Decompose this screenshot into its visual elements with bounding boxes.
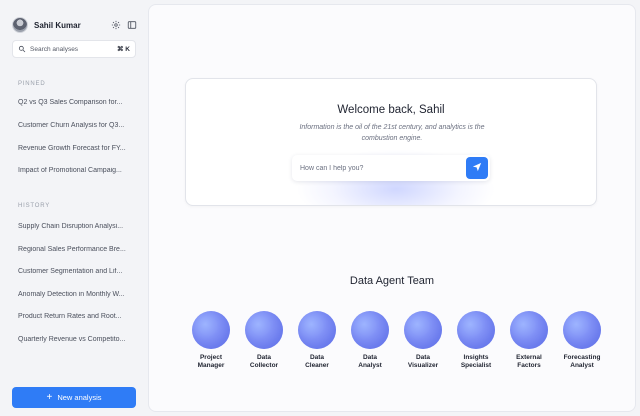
agent-data-visualizer[interactable]: Data Visualizer [397, 311, 449, 370]
agent-data-analyst[interactable]: Data Analyst [344, 311, 396, 370]
welcome-subtitle: Information is the oil of the 21st centu… [299, 124, 485, 142]
search-box[interactable]: ⌘ K [12, 40, 136, 58]
prompt-box[interactable] [292, 155, 490, 181]
agent-orb [457, 311, 495, 349]
agent-forecasting-analyst[interactable]: Forecasting Analyst [556, 311, 608, 370]
history-item[interactable]: Regional Sales Performance Bre... [18, 246, 130, 253]
user-name: Sahil Kumar [34, 20, 81, 30]
main-panel: Welcome back, Sahil Information is the o… [148, 4, 636, 412]
new-analysis-label: New analysis [57, 393, 102, 402]
plus-icon: + [46, 391, 53, 403]
history-item[interactable]: Customer Segmentation and Lif... [18, 268, 130, 275]
user-row: Sahil Kumar [12, 16, 138, 34]
agent-orb [298, 311, 336, 349]
agent-list: Project Manager Data Collector Data Cleaner… [185, 311, 605, 381]
agent-label: Data Cleaner [305, 354, 329, 369]
pinned-item[interactable]: Revenue Growth Forecast for FY... [18, 145, 130, 152]
avatar[interactable] [12, 17, 28, 33]
agent-orb [245, 311, 283, 349]
welcome-title: Welcome back, Sahil [337, 104, 445, 116]
agent-label: Data Collector [249, 354, 279, 369]
pinned-item[interactable]: Impact of Promotional Campaig... [18, 167, 130, 174]
history-item[interactable]: Supply Chain Disruption Analysi... [18, 223, 130, 230]
agent-orb [563, 311, 601, 349]
agent-project-manager[interactable]: Project Manager [185, 311, 237, 370]
agent-label: Insights Specialist [460, 354, 492, 369]
agent-data-collector[interactable]: Data Collector [238, 311, 290, 370]
agent-label: Forecasting Analyst [563, 354, 601, 369]
search-icon [18, 40, 26, 58]
pinned-item[interactable]: Customer Churn Analysis for Q3... [18, 122, 130, 129]
pinned-label: PINNED [18, 81, 46, 87]
history-item[interactable]: Anomaly Detection in Monthly W... [18, 291, 130, 298]
agent-label: Project Manager [197, 354, 225, 369]
agent-external-factors[interactable]: External Factors [503, 311, 555, 370]
history-item[interactable]: Product Return Rates and Root... [18, 313, 130, 320]
settings-gear-icon[interactable] [110, 19, 122, 31]
agent-label: Data Analyst [358, 354, 382, 369]
history-label: HISTORY [18, 203, 51, 209]
welcome-card: Welcome back, Sahil Information is the o… [185, 78, 597, 206]
agent-label: Data Visualizer [407, 354, 439, 369]
search-shortcut: ⌘ K [117, 46, 130, 53]
prompt-input[interactable] [300, 164, 466, 172]
agent-orb [404, 311, 442, 349]
new-analysis-button[interactable]: + New analysis [12, 387, 136, 408]
agent-orb [510, 311, 548, 349]
send-button[interactable] [466, 157, 488, 179]
sidebar: Sahil Kumar ⌘ K PINNED Q2 vs Q3 Sales Co… [0, 0, 148, 416]
agent-orb [192, 311, 230, 349]
pinned-item[interactable]: Q2 vs Q3 Sales Comparison for... [18, 99, 130, 106]
history-item[interactable]: Quarterly Revenue vs Competito... [18, 336, 130, 343]
search-input[interactable] [30, 45, 110, 53]
agent-label: External Factors [516, 354, 542, 369]
agent-data-cleaner[interactable]: Data Cleaner [291, 311, 343, 370]
send-icon [472, 159, 482, 177]
team-title: Data Agent Team [349, 275, 435, 287]
agent-orb [351, 311, 389, 349]
agent-insights-specialist[interactable]: Insights Specialist [450, 311, 502, 370]
sidebar-toggle-icon[interactable] [126, 19, 138, 31]
